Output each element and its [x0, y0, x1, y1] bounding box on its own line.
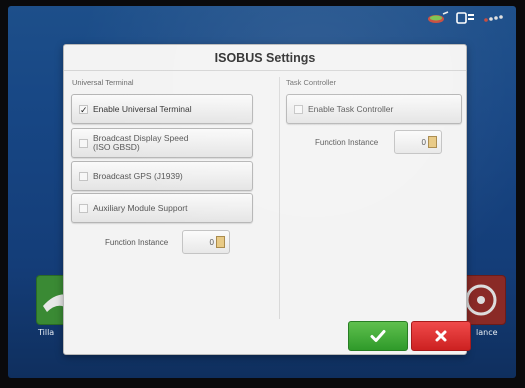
checkbox-checked-icon: ✓ [79, 104, 88, 115]
tc-function-instance-value: 0 [421, 138, 426, 147]
display-screen: Tilla lance ISOBUS Settings Universal Te… [8, 6, 516, 378]
x-icon [435, 330, 447, 342]
cancel-button[interactable] [411, 321, 471, 351]
column-divider [279, 77, 280, 319]
keypad-icon [428, 136, 437, 148]
checkbox-icon [294, 104, 303, 114]
enable-universal-terminal-toggle[interactable]: ✓ Enable Universal Terminal [71, 94, 253, 124]
ut-function-instance-field[interactable]: 0 [182, 230, 230, 254]
broadcast-gps-toggle[interactable]: Broadcast GPS (J1939) [71, 161, 253, 191]
tc-function-instance-label: Function Instance [315, 138, 379, 147]
satellite-icon[interactable] [426, 10, 450, 24]
checkbox-icon [79, 171, 88, 181]
universal-terminal-label: Universal Terminal [72, 78, 134, 87]
option-label: Auxiliary Module Support [93, 202, 188, 213]
task-controller-label: Task Controller [286, 78, 337, 87]
enable-task-controller-toggle[interactable]: Enable Task Controller [286, 94, 462, 124]
checkbox-icon [79, 138, 88, 148]
display-icon[interactable] [456, 10, 476, 24]
option-label: Enable Universal Terminal [93, 103, 192, 114]
option-label: Enable Task Controller [308, 103, 394, 114]
checkmark-icon [370, 330, 386, 342]
guidance-tile-label: lance [476, 328, 498, 337]
isobus-settings-dialog: ISOBUS Settings Universal Terminal Task … [63, 44, 471, 355]
broadcast-display-speed-toggle[interactable]: Broadcast Display Speed (ISO GBSD) [71, 128, 253, 158]
checkbox-icon [79, 203, 88, 213]
auxiliary-module-support-toggle[interactable]: Auxiliary Module Support [71, 193, 253, 223]
ut-function-instance-label: Function Instance [105, 238, 169, 247]
option-label: Broadcast Display Speed (ISO GBSD) [93, 133, 189, 152]
ut-function-instance-value: 0 [209, 238, 214, 247]
status-icons [426, 10, 504, 24]
keypad-icon [216, 236, 225, 248]
option-label: Broadcast GPS (J1939) [93, 170, 183, 181]
ok-button[interactable] [348, 321, 408, 351]
tillage-tile-label: Tilla [38, 328, 55, 337]
tc-function-instance-field[interactable]: 0 [394, 130, 442, 154]
dialog-title: ISOBUS Settings [64, 45, 466, 71]
signal-icon[interactable] [482, 10, 504, 24]
